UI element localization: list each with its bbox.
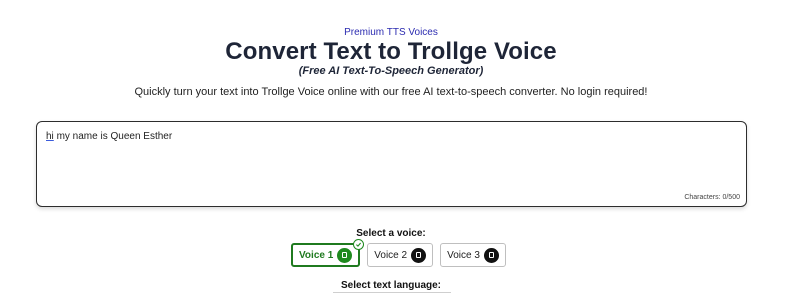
character-counter: Characters: 0/500: [684, 194, 740, 201]
language-select-label: Select text language:: [340, 280, 442, 291]
voice-3-preview-icon[interactable]: [483, 247, 499, 263]
voice-1-label: Voice 1: [299, 249, 334, 261]
page-description: Quickly turn your text into Trollge Voic…: [134, 86, 648, 98]
page-scrollbar[interactable]: [782, 0, 800, 294]
premium-tts-voices-link[interactable]: Premium TTS Voices: [0, 27, 782, 38]
spellcheck-word: hi: [46, 131, 54, 142]
voice-options: Voice 1 Voice 2 Voice 3: [291, 239, 506, 267]
page-title: Convert Text to Trollge Voice: [225, 38, 557, 65]
voice-2-label: Voice 2: [374, 249, 408, 261]
voice-select-label: Select a voice:: [356, 228, 426, 239]
text-input-value: hi my name is Queen Esther: [46, 131, 172, 142]
voice-1-preview-icon[interactable]: [337, 247, 353, 263]
voice-3-button[interactable]: Voice 3: [440, 243, 506, 267]
language-select-divider: [333, 292, 451, 293]
voice-1-button[interactable]: Voice 1: [291, 239, 365, 267]
voice-3-label: Voice 3: [447, 249, 480, 261]
text-input-area[interactable]: hi my name is Queen Esther Characters: 0…: [36, 121, 747, 207]
selected-check-icon: [353, 239, 365, 250]
page-subtitle: (Free AI Text-To-Speech Generator): [298, 65, 484, 77]
voice-2-button[interactable]: Voice 2: [367, 243, 434, 267]
text-input-rest: my name is Queen Esther: [53, 131, 173, 142]
voice-2-preview-icon[interactable]: [411, 247, 427, 263]
